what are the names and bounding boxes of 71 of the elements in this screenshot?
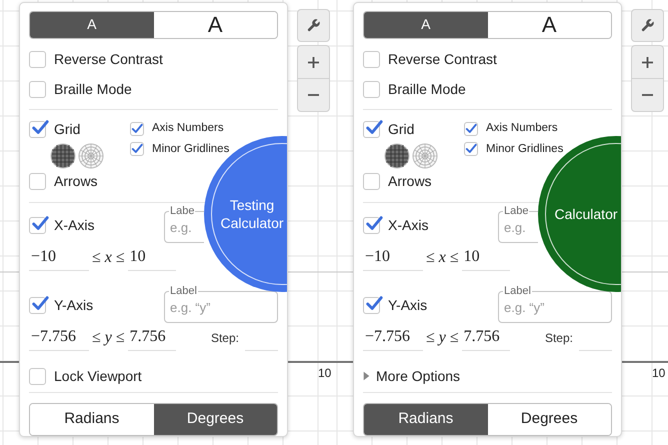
checked-checkbox[interactable] bbox=[464, 122, 478, 136]
checkbox[interactable] bbox=[29, 368, 46, 385]
option-label: Lock Viewport bbox=[54, 366, 142, 386]
checked-checkbox[interactable] bbox=[29, 121, 46, 138]
min-field[interactable]: −10 bbox=[363, 245, 423, 272]
option-label: Reverse Contrast bbox=[388, 50, 497, 69]
wrench-icon bbox=[640, 18, 655, 33]
option-label: Arrows bbox=[388, 172, 432, 192]
settings-button[interactable] bbox=[631, 9, 664, 42]
option-label: Y-Axis bbox=[54, 296, 94, 315]
checked-checkbox[interactable] bbox=[363, 121, 380, 138]
square-grid-icon[interactable] bbox=[384, 143, 410, 170]
field-placeholder: e.g. “y” bbox=[170, 299, 210, 318]
option-label: Axis Numbers bbox=[486, 121, 558, 136]
option-label: Braille Mode bbox=[388, 80, 466, 99]
checkbox[interactable] bbox=[363, 173, 380, 190]
checkbox[interactable] bbox=[29, 80, 46, 98]
option-label: Y-Axis bbox=[388, 296, 428, 315]
max-field[interactable]: 7.756 bbox=[128, 325, 176, 352]
minus-icon bbox=[308, 94, 319, 96]
inequality: ≤ y ≤ bbox=[425, 328, 460, 348]
option-label: Arrows bbox=[54, 172, 98, 192]
angle-unit-tab[interactable]: Degrees bbox=[154, 404, 277, 435]
max-field[interactable]: 10 bbox=[128, 245, 176, 272]
option-label: Axis Numbers bbox=[152, 121, 224, 136]
angle-unit-tab[interactable]: Radians bbox=[364, 404, 488, 435]
settings-button[interactable] bbox=[297, 9, 330, 42]
option-label: Minor Gridlines bbox=[152, 142, 230, 157]
square-grid-icon[interactable] bbox=[50, 143, 76, 170]
text-size-tab[interactable]: A bbox=[364, 12, 488, 38]
option-label: Grid bbox=[54, 120, 80, 140]
plus-icon bbox=[642, 56, 653, 68]
option-label: Braille Mode bbox=[54, 80, 132, 99]
checkbox[interactable] bbox=[363, 50, 380, 68]
min-field[interactable]: −10 bbox=[29, 245, 89, 272]
min-field[interactable]: −7.756 bbox=[363, 325, 423, 352]
step-label: Step: bbox=[544, 330, 573, 348]
checked-checkbox[interactable] bbox=[363, 296, 380, 314]
option-label: Reverse Contrast bbox=[54, 50, 163, 69]
min-field[interactable]: −7.756 bbox=[29, 325, 89, 352]
option-label: Minor Gridlines bbox=[486, 142, 564, 157]
option-label: Grid bbox=[388, 120, 414, 140]
field-placeholder: e.g. bbox=[170, 219, 192, 238]
badge-text: Testing Calculator bbox=[219, 196, 285, 232]
text-size-tab[interactable]: A bbox=[30, 12, 154, 38]
inequality: ≤ x ≤ bbox=[425, 248, 460, 268]
option-label: X-Axis bbox=[54, 216, 94, 235]
axis-tick-label: 10 bbox=[652, 365, 666, 382]
checked-checkbox[interactable] bbox=[130, 142, 144, 156]
step-label: Step: bbox=[210, 330, 239, 348]
field-placeholder: e.g. bbox=[504, 219, 526, 238]
max-field[interactable]: 10 bbox=[462, 245, 510, 272]
checked-checkbox[interactable] bbox=[130, 122, 144, 136]
checked-checkbox[interactable] bbox=[363, 216, 380, 234]
inequality: ≤ x ≤ bbox=[91, 248, 126, 268]
checked-checkbox[interactable] bbox=[29, 216, 46, 234]
plus-icon bbox=[308, 56, 319, 68]
more-options-toggle[interactable]: More Options bbox=[363, 366, 460, 387]
checkbox[interactable] bbox=[363, 80, 380, 98]
max-field[interactable]: 7.756 bbox=[462, 325, 510, 352]
wrench-icon bbox=[306, 18, 321, 33]
minus-icon bbox=[642, 94, 653, 96]
checked-checkbox[interactable] bbox=[464, 142, 478, 156]
axis-tick-label: 10 bbox=[318, 365, 332, 382]
checkbox[interactable] bbox=[29, 173, 46, 190]
option-label: X-Axis bbox=[388, 216, 428, 235]
inequality: ≤ y ≤ bbox=[91, 328, 126, 348]
checkbox[interactable] bbox=[29, 50, 46, 68]
badge-text: Calculator bbox=[554, 205, 618, 223]
checked-checkbox[interactable] bbox=[29, 296, 46, 314]
field-placeholder: e.g. “y” bbox=[504, 299, 544, 318]
